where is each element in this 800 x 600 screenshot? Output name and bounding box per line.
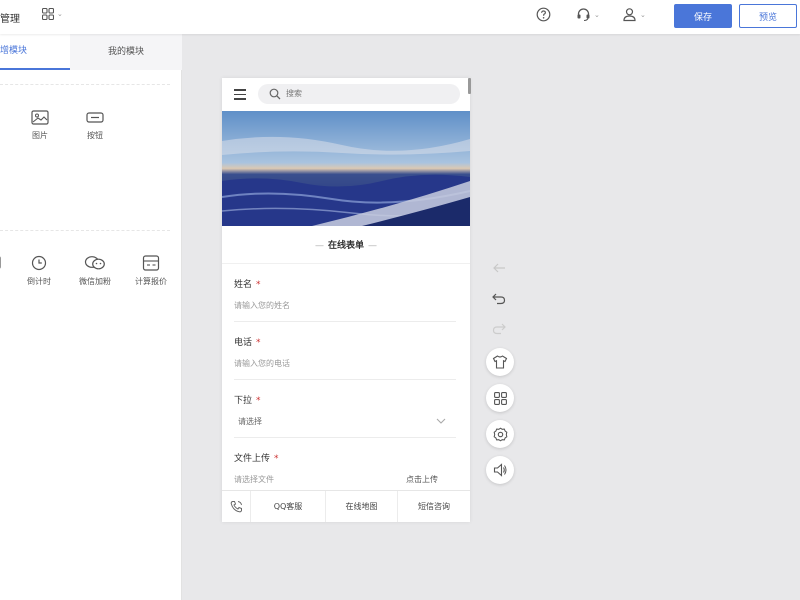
divider	[0, 84, 170, 85]
module-wechat-follow-label: 微信加粉	[79, 277, 111, 286]
module-button-label: 按钮	[87, 131, 103, 140]
module-price-calculator[interactable]: 计算报价	[129, 255, 173, 287]
phone-field[interactable]: 请输入您的电话	[234, 358, 290, 369]
divider	[234, 437, 456, 438]
phone-call-icon	[230, 501, 242, 513]
module-button[interactable]: 按钮	[73, 110, 117, 141]
help-icon	[536, 7, 551, 22]
divider	[222, 263, 470, 264]
module-cropped[interactable]	[0, 255, 14, 275]
module-cropped-icon	[0, 256, 1, 269]
divider	[0, 230, 170, 231]
redo-icon[interactable]	[491, 322, 507, 335]
module-price-calculator-label: 计算报价	[135, 277, 167, 286]
apps-menu[interactable]: ⌄	[42, 8, 63, 20]
search-icon	[269, 88, 281, 100]
help-button[interactable]	[536, 7, 551, 22]
file-upload-label: 文件上传 *	[234, 454, 279, 464]
module-tabs: 新增模块 我的模块	[0, 34, 182, 70]
module-wechat-follow[interactable]: 微信加粉	[73, 255, 117, 287]
headset-icon	[577, 8, 590, 21]
dropdown-select[interactable]: 请选择	[238, 416, 262, 427]
tab-my-modules[interactable]: 我的模块	[70, 34, 182, 70]
file-select-field[interactable]: 请选择文件	[234, 474, 274, 485]
layout-button[interactable]	[486, 384, 514, 412]
menu-icon[interactable]	[234, 89, 246, 100]
settings-button[interactable]	[486, 420, 514, 448]
call-button[interactable]	[222, 491, 250, 522]
preview-button[interactable]: 预览	[739, 4, 797, 28]
form-title-text: 在线表单	[327, 241, 364, 251]
module-countdown[interactable]: 倒计时	[17, 255, 61, 287]
top-bar: 管理 ⌄ ⌄ ⌄ 保存 预览	[0, 0, 800, 34]
name-field[interactable]: 请输入您的姓名	[234, 300, 290, 311]
divider	[234, 379, 456, 380]
tab-new-modules[interactable]: 新增模块	[0, 34, 70, 70]
module-image-label: 图片	[32, 131, 48, 140]
form-title: — 在线表单 —	[314, 241, 377, 251]
page-title: 管理	[0, 14, 20, 25]
dropdown-field-label: 下拉 *	[234, 396, 261, 406]
user-icon	[623, 8, 636, 22]
search-placeholder: 搜索	[286, 89, 302, 98]
shirt-icon	[492, 355, 508, 369]
grid-icon	[493, 391, 507, 405]
qq-service-button[interactable]: QQ客服	[250, 491, 325, 522]
speaker-icon	[493, 463, 506, 477]
name-field-label: 姓名 *	[234, 280, 261, 290]
mobile-preview: 搜索 — 在线表单 — 姓名 * 请输入您的姓名 电话 * 请输入您的电话 下拉…	[222, 78, 470, 522]
undo-icon[interactable]	[491, 292, 507, 305]
module-sidebar: 新增模块 我的模块 图片 按钮 倒计时	[0, 34, 182, 600]
search-input[interactable]: 搜索	[258, 84, 460, 104]
scrollbar[interactable]	[468, 78, 471, 94]
customer-service-button[interactable]: ⌄	[576, 7, 600, 22]
mobile-bottom-bar: QQ客服 在线地图 短信咨询	[222, 490, 470, 522]
chevron-down-icon[interactable]	[436, 418, 446, 424]
banner-image	[222, 111, 470, 226]
tab-my-modules-label: 我的模块	[107, 47, 144, 57]
gear-icon	[493, 427, 507, 441]
apps-grid-icon	[42, 8, 54, 20]
module-countdown-label: 倒计时	[27, 277, 51, 286]
image-icon	[31, 110, 49, 125]
mobile-header: 搜索	[222, 78, 470, 111]
theme-button[interactable]	[486, 348, 514, 376]
phone-field-label: 电话 *	[234, 338, 261, 348]
calculator-icon	[142, 255, 160, 271]
music-button[interactable]	[486, 456, 514, 484]
chevron-down-icon: ⌄	[640, 10, 646, 19]
online-map-button[interactable]: 在线地图	[325, 491, 397, 522]
divider	[234, 321, 456, 322]
save-button[interactable]: 保存	[674, 4, 732, 28]
clock-icon	[31, 255, 47, 271]
button-icon	[86, 112, 104, 123]
upload-button[interactable]: 点击上传	[406, 474, 438, 485]
tab-new-modules-label: 新增模块	[0, 46, 28, 56]
chevron-down-icon: ⌄	[57, 10, 63, 18]
chevron-down-icon: ⌄	[594, 10, 600, 19]
wechat-icon	[84, 256, 105, 270]
user-menu[interactable]: ⌄	[622, 7, 646, 22]
module-image[interactable]: 图片	[18, 110, 62, 141]
back-arrow-icon[interactable]	[491, 262, 507, 274]
sms-inquiry-button[interactable]: 短信咨询	[397, 491, 470, 522]
